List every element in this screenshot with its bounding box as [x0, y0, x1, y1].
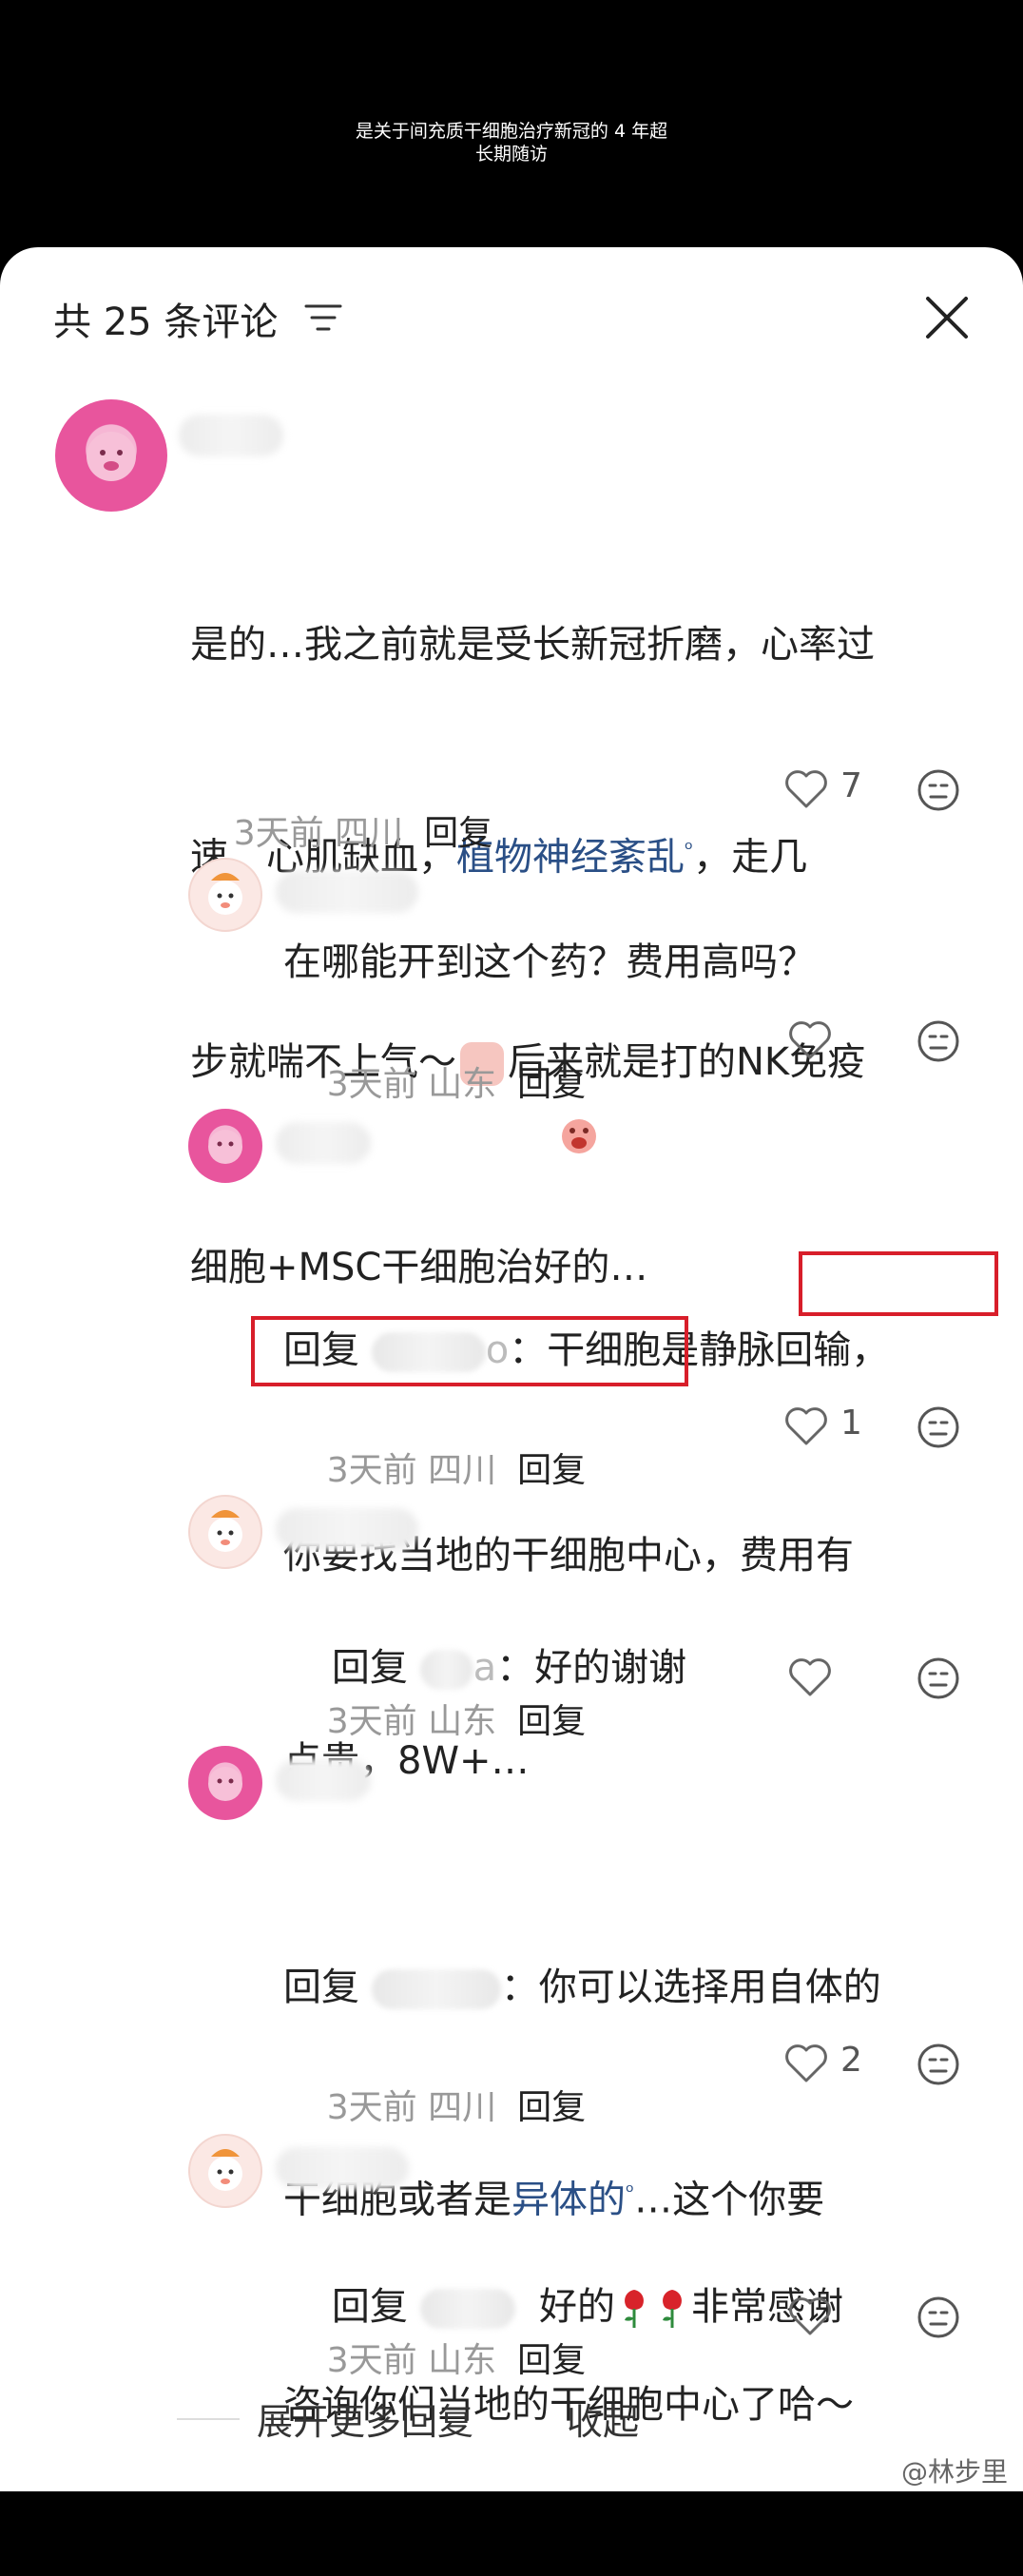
heart-icon[interactable]: [787, 1656, 833, 1698]
avatar[interactable]: [55, 399, 167, 512]
bird-avatar-icon: [208, 873, 242, 915]
video-caption-line-1: 是关于间充质干细胞治疗新冠的 4 年超: [355, 121, 668, 142]
like-count: 1: [840, 1404, 862, 1443]
like-count: 7: [840, 766, 862, 805]
collapse-button[interactable]: 收起: [567, 2392, 639, 2445]
divider: [177, 2418, 240, 2420]
reply-button[interactable]: 回复: [517, 2088, 586, 2127]
video-caption-line-2: 长期随访: [474, 144, 548, 165]
heart-icon[interactable]: [787, 1019, 833, 1061]
comment-time: 3天前: [326, 1065, 417, 1104]
comment-count-title: 共 25 条评论: [53, 300, 279, 344]
lion-avatar-icon: [208, 1767, 242, 1801]
comment-time: 3天前: [233, 814, 324, 853]
comment-time: 3天前: [326, 2341, 417, 2380]
emoji-reaction-icon[interactable]: [917, 768, 960, 812]
emoji-reaction-icon[interactable]: [917, 2295, 960, 2339]
comment-line: 回复 ：你可以选择用自体的: [283, 1953, 881, 2022]
comment-line: 是的…我之前就是受长新冠折磨，心率过: [190, 623, 875, 667]
blurred-mention[interactable]: [371, 1969, 501, 2009]
comment-time: 3天前: [326, 1451, 417, 1490]
like-count: 2: [840, 2041, 862, 2080]
search-icon: ᵒ: [626, 2180, 635, 2204]
heart-icon[interactable]: [783, 1405, 829, 1447]
heart-icon[interactable]: [783, 2043, 829, 2084]
comment-text-segment: ，走几: [693, 835, 808, 880]
reply-button[interactable]: 回复: [517, 1065, 586, 1104]
blurred-username[interactable]: [276, 1759, 371, 1801]
heart-icon[interactable]: [787, 2295, 833, 2337]
expand-more-replies-button[interactable]: 展开更多回复: [257, 2392, 473, 2445]
bird-avatar-icon: [208, 1510, 242, 1552]
comment-location: 四川: [428, 2088, 497, 2127]
rose-emoji-icon: [663, 2290, 682, 2328]
highlight-box: [251, 1316, 688, 1386]
comment-location: 山东: [428, 1702, 497, 1741]
watermark: @林步里: [900, 2456, 1008, 2488]
comment-time: 3天前: [326, 2088, 417, 2127]
highlight-box: [799, 1251, 998, 1316]
lion-avatar-icon: [208, 1130, 242, 1164]
blurred-username[interactable]: [276, 1122, 371, 1164]
comment-location: 山东: [428, 1065, 497, 1104]
comment-text-segment: ：你可以选择用自体的: [500, 1966, 881, 2009]
emoji-reaction-icon[interactable]: [917, 1405, 960, 1449]
emoji-reaction-icon[interactable]: [917, 1656, 960, 1700]
blurred-username[interactable]: [276, 871, 418, 913]
lion-avatar-icon: [87, 432, 136, 481]
avatar[interactable]: [188, 2134, 262, 2208]
emoji-reaction-icon[interactable]: [917, 1019, 960, 1063]
avatar[interactable]: [188, 858, 262, 932]
search-icon: ᵒ: [685, 838, 694, 862]
emoji-reaction-icon[interactable]: [917, 2043, 960, 2086]
avatar[interactable]: [188, 1746, 262, 1820]
blurred-username[interactable]: [276, 2147, 409, 2189]
reply-button[interactable]: 回复: [517, 1451, 586, 1490]
comment-header: 共 25 条评论: [0, 247, 1023, 380]
reply-prefix: 回复: [283, 1966, 359, 2009]
reply-button[interactable]: 回复: [424, 814, 492, 853]
comment-text: 回复 ：你可以选择用自体的 干细胞或者是异体的ᵒ…这个你要 咨询你们当地的干细胞…: [283, 1816, 881, 2576]
comment-location: 四川: [428, 1451, 497, 1490]
comment-time: 3天前: [326, 1702, 417, 1741]
blurred-username[interactable]: [276, 1508, 418, 1550]
close-icon[interactable]: [918, 289, 975, 346]
filter-icon[interactable]: [304, 300, 342, 335]
rose-emoji-icon: [625, 2290, 644, 2328]
avatar[interactable]: [188, 1495, 262, 1569]
reply-button[interactable]: 回复: [517, 2341, 586, 2380]
comment-location: 山东: [428, 2341, 497, 2380]
comment-text: 在哪能开到这个药？费用高吗？: [283, 940, 816, 984]
bird-avatar-icon: [208, 2149, 242, 2191]
video-caption: 是关于间充质干细胞治疗新冠的 4 年超 长期随访: [0, 120, 1023, 165]
heart-icon[interactable]: [783, 768, 829, 810]
comment-location: 四川: [335, 814, 404, 853]
blurred-username[interactable]: [179, 415, 283, 456]
reply-button[interactable]: 回复: [517, 1702, 586, 1741]
avatar[interactable]: [188, 1109, 262, 1183]
